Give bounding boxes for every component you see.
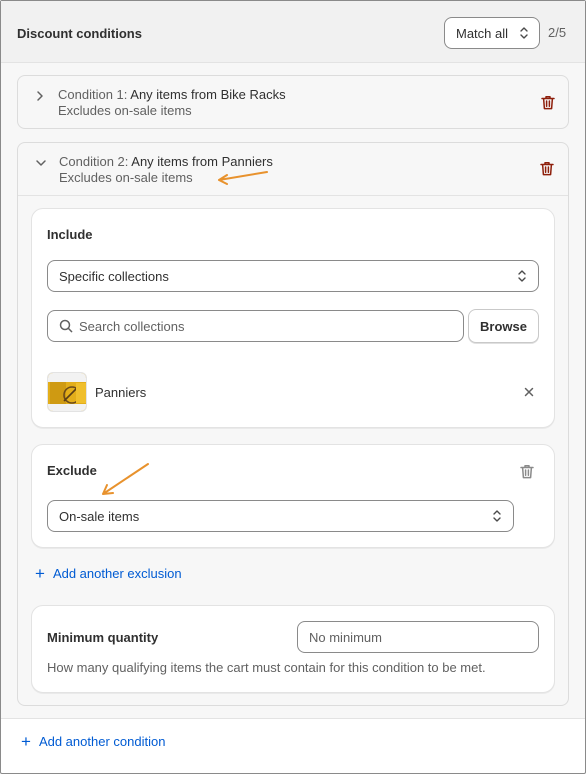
footer-divider [1, 718, 585, 719]
add-exclusion-link[interactable]: + Add another exclusion [35, 564, 182, 583]
condition-1-summary: Any items from Bike Racks [130, 87, 286, 102]
collection-item-name: Panniers [95, 385, 147, 400]
browse-button[interactable]: Browse [468, 309, 539, 343]
delete-condition-1-icon[interactable] [541, 95, 555, 110]
select-chevron-icon [493, 510, 501, 522]
delete-condition-2-icon[interactable] [540, 161, 554, 176]
condition-page-count: 2/5 [548, 25, 567, 40]
minimum-quantity-placeholder: No minimum [309, 629, 382, 645]
search-collections-input[interactable]: Search collections [47, 310, 464, 342]
add-exclusion-label: Add another exclusion [52, 566, 182, 581]
include-type-select[interactable]: Specific collections [47, 260, 539, 292]
match-all-label: Match all [456, 25, 509, 41]
remove-collection-icon[interactable] [523, 386, 535, 398]
include-type-value: Specific collections [59, 268, 169, 284]
condition-2-subtext: Excludes on-sale items [59, 170, 193, 185]
panel-title: Discount conditions [17, 26, 142, 41]
condition-2-title: Condition 2: Any items from Panniers [59, 154, 273, 169]
exclude-type-select[interactable]: On-sale items [47, 500, 514, 532]
annotation-arrow-icon [102, 463, 149, 495]
condition-1-row[interactable] [17, 75, 569, 129]
search-placeholder: Search collections [79, 318, 185, 334]
chevron-right-icon[interactable] [34, 90, 46, 102]
exclude-title: Exclude [47, 463, 97, 478]
condition-1-label: Condition 1: [58, 87, 131, 102]
chevron-down-icon[interactable] [35, 157, 47, 169]
minimum-quantity-help: How many qualifying items the cart must … [47, 660, 486, 675]
minimum-quantity-input[interactable]: No minimum [297, 621, 539, 653]
condition-1-subtext: Excludes on-sale items [58, 103, 192, 118]
search-icon [59, 319, 73, 333]
condition-2-divider [18, 195, 568, 196]
exclude-type-value: On-sale items [59, 508, 140, 524]
delete-exclusion-icon[interactable] [520, 464, 534, 479]
plus-icon: + [35, 564, 45, 583]
panniers-thumbnail [47, 372, 87, 412]
select-chevron-icon [520, 27, 528, 39]
minimum-quantity-label: Minimum quantity [47, 630, 159, 645]
condition-2-label: Condition 2: [59, 154, 132, 169]
condition-2-summary: Any items from Panniers [131, 154, 273, 169]
include-title: Include [47, 227, 93, 242]
annotation-arrow-icon [218, 171, 268, 185]
condition-1-title: Condition 1: Any items from Bike Racks [58, 87, 286, 102]
add-condition-link[interactable]: + Add another condition [21, 732, 166, 751]
select-chevron-icon [518, 270, 526, 282]
match-all-select[interactable]: Match all [444, 17, 540, 49]
plus-icon: + [21, 732, 31, 751]
add-condition-label: Add another condition [38, 734, 166, 749]
